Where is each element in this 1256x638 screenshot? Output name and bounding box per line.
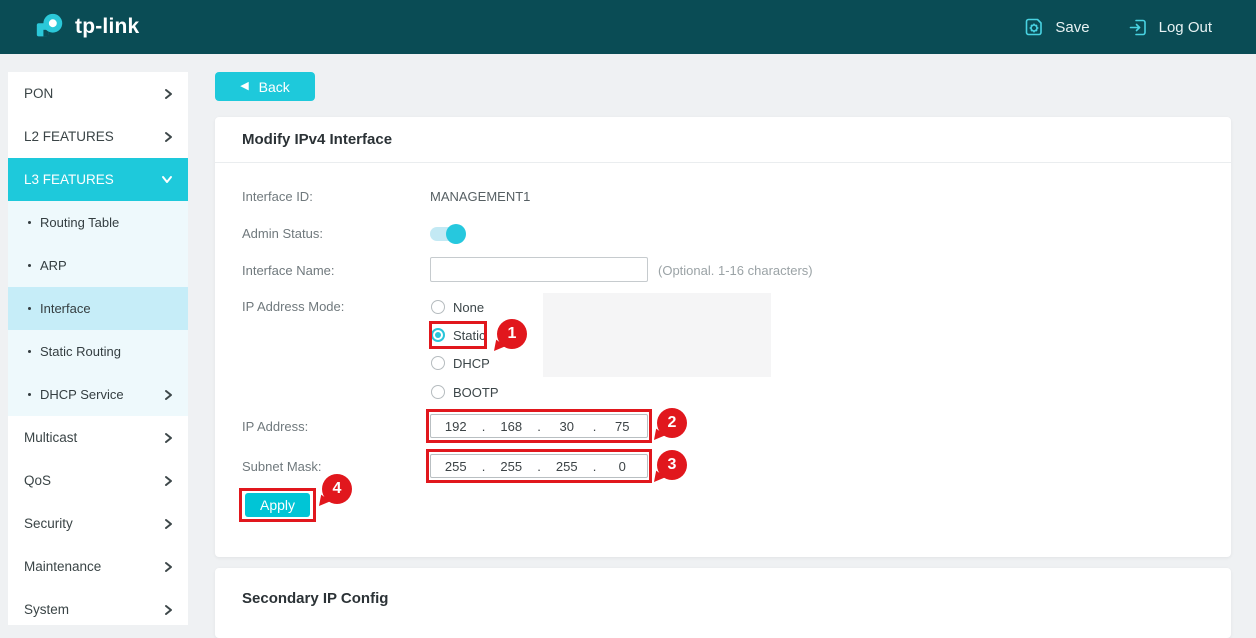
chevron-right-icon xyxy=(164,518,173,530)
chevron-right-icon xyxy=(164,561,173,573)
sidebar-item-routing-table[interactable]: Routing Table xyxy=(8,201,188,244)
annotation-badge-1: 1 xyxy=(497,319,527,349)
subnet-mask-label: Subnet Mask: xyxy=(242,459,322,474)
mask-octet-3[interactable]: 255 xyxy=(542,459,592,474)
chevron-right-icon xyxy=(164,88,173,100)
radio-label: DHCP xyxy=(453,356,490,371)
bullet-icon xyxy=(28,307,31,310)
sidebar-item-label: QoS xyxy=(24,473,51,488)
chevron-right-icon xyxy=(164,604,173,616)
sidebar-item-dhcp-service[interactable]: DHCP Service xyxy=(8,373,188,416)
toggle-knob xyxy=(446,224,466,244)
radio-option-dhcp[interactable]: DHCP xyxy=(431,355,490,371)
chevron-down-icon xyxy=(161,175,173,184)
sidebar-item-label: Multicast xyxy=(24,430,77,445)
chevron-right-icon xyxy=(164,432,173,444)
interface-name-hint: (Optional. 1-16 characters) xyxy=(658,263,813,278)
sidebar-item-label: ARP xyxy=(40,258,67,273)
sidebar-item-arp[interactable]: ARP xyxy=(8,244,188,287)
tplink-logo-icon xyxy=(34,11,66,43)
radio-label: BOOTP xyxy=(453,385,499,400)
sidebar-item-interface[interactable]: Interface xyxy=(8,287,188,330)
sidebar-item-label: Interface xyxy=(40,301,91,316)
annotation-badge-2: 2 xyxy=(657,408,687,438)
save-icon xyxy=(1023,16,1045,38)
back-arrow-icon: ◀ xyxy=(240,81,248,92)
bullet-icon xyxy=(28,264,31,267)
ip-octet-2[interactable]: 168 xyxy=(487,419,537,434)
annotation-badge-4: 4 xyxy=(322,474,352,504)
admin-status-label: Admin Status: xyxy=(242,226,323,241)
logout-button[interactable]: Log Out xyxy=(1128,17,1212,38)
sidebar-item-security[interactable]: Security xyxy=(8,502,188,545)
ip-octet-3[interactable]: 30 xyxy=(542,419,592,434)
l3-features-submenu: Routing Table ARP Interface Static Routi… xyxy=(8,201,188,416)
secondary-ip-config-title: Secondary IP Config xyxy=(242,590,388,607)
sidebar-item-label: L3 FEATURES xyxy=(24,172,114,187)
interface-id-label: Interface ID: xyxy=(242,189,313,204)
annotation-badge-3: 3 xyxy=(657,450,687,480)
ip-octet-1[interactable]: 192 xyxy=(431,419,481,434)
bullet-icon xyxy=(28,221,31,224)
app-header: tp-link Save Log Out xyxy=(0,0,1256,54)
sidebar-item-label: PON xyxy=(24,86,53,101)
bullet-icon xyxy=(28,350,31,353)
mask-octet-1[interactable]: 255 xyxy=(431,459,481,474)
ip-address-label: IP Address: xyxy=(242,419,308,434)
radio-option-bootp[interactable]: BOOTP xyxy=(431,384,499,400)
radio-label: None xyxy=(453,300,484,315)
logout-icon xyxy=(1128,17,1149,38)
apply-button[interactable]: Apply xyxy=(245,493,310,517)
radio-icon[interactable] xyxy=(431,385,445,399)
ip-mode-label: IP Address Mode: xyxy=(242,299,344,314)
sidebar-item-label: DHCP Service xyxy=(40,387,124,402)
interface-name-label: Interface Name: xyxy=(242,263,335,278)
chevron-right-icon xyxy=(164,389,173,401)
sidebar-item-l2-features[interactable]: L2 FEATURES xyxy=(8,115,188,158)
sidebar-item-label: System xyxy=(24,602,69,617)
subnet-mask-input[interactable]: 255 . 255 . 255 . 0 xyxy=(430,454,648,478)
mask-octet-2[interactable]: 255 xyxy=(487,459,537,474)
sidebar-item-label: L2 FEATURES xyxy=(24,129,114,144)
sidebar-item-label: Maintenance xyxy=(24,559,101,574)
ip-address-input[interactable]: 192 . 168 . 30 . 75 xyxy=(430,414,648,438)
back-button[interactable]: ◀ Back xyxy=(215,72,315,101)
sidebar-item-multicast[interactable]: Multicast xyxy=(8,416,188,459)
modify-ipv4-interface-card: Modify IPv4 Interface Interface ID: MANA… xyxy=(215,117,1231,557)
radio-checked-icon[interactable] xyxy=(431,328,445,342)
logout-label: Log Out xyxy=(1159,19,1212,36)
radio-icon[interactable] xyxy=(431,356,445,370)
chevron-right-icon xyxy=(164,131,173,143)
divider xyxy=(215,162,1231,163)
admin-status-toggle[interactable] xyxy=(430,224,464,244)
ip-octet-4[interactable]: 75 xyxy=(598,419,648,434)
sidebar-item-maintenance[interactable]: Maintenance xyxy=(8,545,188,588)
chevron-right-icon xyxy=(164,475,173,487)
mask-octet-4[interactable]: 0 xyxy=(598,459,648,474)
watermark-ghost xyxy=(543,293,771,377)
sidebar-item-label: Static Routing xyxy=(40,344,121,359)
sidebar-item-label: Security xyxy=(24,516,73,531)
save-label: Save xyxy=(1055,19,1089,36)
sidebar-item-label: Routing Table xyxy=(40,215,119,230)
interface-id-value: MANAGEMENT1 xyxy=(430,189,530,204)
bullet-icon xyxy=(28,393,31,396)
sidebar-item-static-routing[interactable]: Static Routing xyxy=(8,330,188,373)
back-label: Back xyxy=(259,79,290,95)
sidebar-nav: PON L2 FEATURES L3 FEATURES Routing Tabl… xyxy=(8,72,188,625)
sidebar-item-l3-features[interactable]: L3 FEATURES xyxy=(8,158,188,201)
radio-option-static[interactable]: Static xyxy=(431,327,486,343)
radio-label: Static xyxy=(453,328,486,343)
interface-name-input[interactable] xyxy=(430,257,648,282)
brand-text: tp-link xyxy=(75,15,139,39)
sidebar-item-pon[interactable]: PON xyxy=(8,72,188,115)
sidebar-item-qos[interactable]: QoS xyxy=(8,459,188,502)
secondary-ip-config-card: Secondary IP Config xyxy=(215,568,1231,638)
save-button[interactable]: Save xyxy=(1023,16,1089,38)
page-title: Modify IPv4 Interface xyxy=(242,131,392,148)
radio-option-none[interactable]: None xyxy=(431,299,484,315)
radio-icon[interactable] xyxy=(431,300,445,314)
tplink-logo: tp-link xyxy=(34,11,139,43)
